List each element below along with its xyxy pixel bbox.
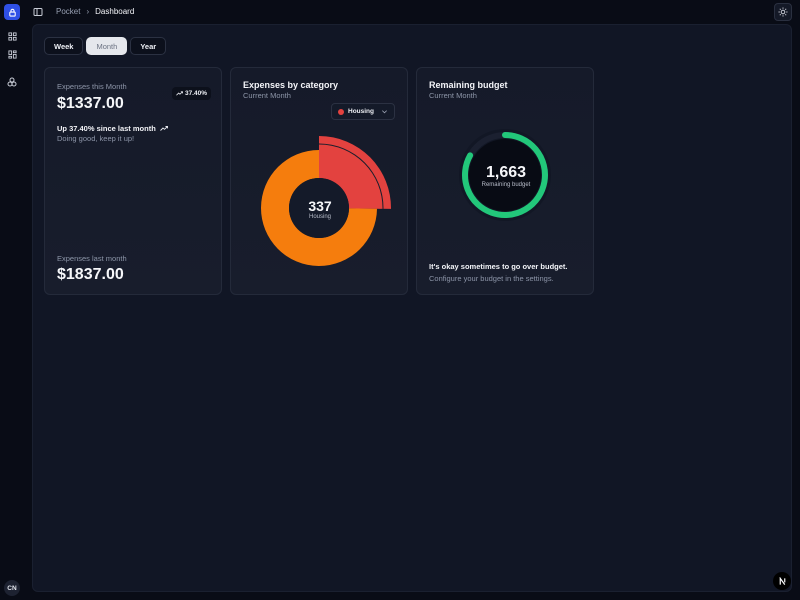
category-card: Expenses by category Current Month Housi… [230, 67, 408, 295]
donut-center-label: 337 Housing [231, 198, 409, 220]
sidebar-toggle-icon[interactable] [32, 6, 44, 18]
change-badge: 37.40% [171, 87, 211, 100]
theme-toggle-button[interactable] [774, 3, 792, 21]
categories-icon[interactable] [6, 76, 18, 88]
tab-month[interactable]: Month [86, 37, 128, 55]
expenses-card: Expenses this Month $1337.00 37.40% Up 3… [44, 67, 222, 295]
apps-grid-icon[interactable] [6, 48, 18, 60]
category-donut-chart [261, 136, 391, 266]
expenses-this-month-label: Expenses this Month [57, 82, 127, 91]
budget-note-title: It's okay sometimes to go over budget. [429, 262, 568, 271]
topbar: Pocket › Dashboard [24, 0, 800, 24]
sun-icon [778, 7, 788, 17]
tab-year[interactable]: Year [130, 37, 167, 55]
budget-center-value: 1,663 [485, 164, 527, 181]
trend-subtext: Doing good, keep it up! [57, 134, 135, 143]
tab-week[interactable]: Week [44, 37, 84, 55]
lock-icon[interactable] [4, 4, 20, 20]
breadcrumb: Pocket › Dashboard [56, 7, 134, 16]
period-tabs: Week Month Year [44, 37, 167, 55]
breadcrumb-root[interactable]: Pocket [56, 7, 80, 16]
dashboard-grid-icon[interactable] [6, 30, 18, 42]
trend-text: Up 37.40% since last month [57, 124, 156, 133]
trending-up-icon [159, 126, 168, 131]
change-badge-value: 37.40% [184, 90, 207, 97]
avatar[interactable]: CN [4, 580, 20, 596]
breadcrumb-current: Dashboard [95, 7, 135, 16]
expenses-this-month-value: $1337.00 [57, 95, 124, 112]
n-logo-icon[interactable] [773, 572, 791, 590]
trend-line: Up 37.40% since last month [57, 124, 168, 133]
expenses-last-month-label: Expenses last month [57, 254, 127, 263]
donut-center-caption: Housing [308, 214, 331, 220]
budget-note-text: Configure your budget in the settings. [429, 274, 554, 283]
budget-center-label: 1,663 Remaining budget [417, 164, 595, 188]
chevron-right-icon: › [86, 7, 90, 16]
donut-center-value: 337 [308, 198, 332, 214]
trending-up-icon [176, 91, 183, 96]
main-panel: Week Month Year Expenses this Month $133… [32, 24, 792, 592]
expenses-last-month-value: $1837.00 [57, 266, 124, 283]
sidebar-rail: CN [0, 0, 24, 600]
budget-card: Remaining budget Current Month 1,663 Rem… [416, 67, 594, 295]
budget-center-caption: Remaining budget [481, 182, 531, 188]
